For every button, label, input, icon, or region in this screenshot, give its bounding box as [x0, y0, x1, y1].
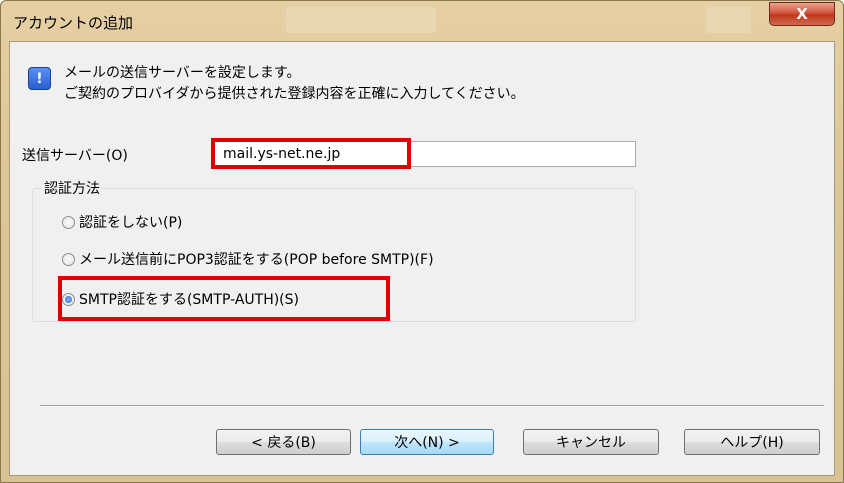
window-title: アカウントの追加	[13, 14, 134, 32]
server-highlight-box	[211, 138, 411, 169]
add-account-dialog: アカウントの追加 X ! メールの送信サーバーを設定します。 ご契約のプロバイダ…	[0, 0, 844, 483]
info-icon: !	[28, 67, 51, 90]
back-button[interactable]: < 戻る(B)	[216, 429, 351, 455]
smtp-auth-highlight-box	[58, 276, 390, 321]
radio-no-auth[interactable]	[62, 216, 75, 229]
auth-method-title: 認証方法	[42, 178, 102, 198]
radio-pop-before-smtp[interactable]	[62, 253, 75, 266]
close-icon: X	[796, 5, 808, 23]
server-label: 送信サーバー(O)	[22, 148, 128, 164]
intro-line-2: ご契約のプロバイダから提供された登録内容を正確に入力してください。	[64, 86, 525, 102]
dialog-content: ! メールの送信サーバーを設定します。 ご契約のプロバイダから提供された登録内容…	[9, 41, 835, 476]
next-button[interactable]: 次へ(N) >	[360, 429, 494, 455]
cancel-button[interactable]: キャンセル	[523, 429, 659, 455]
option-no-auth-label[interactable]: 認証をしない(P)	[79, 212, 182, 232]
intro-text: メールの送信サーバーを設定します。 ご契約のプロバイダから提供された登録内容を正…	[64, 63, 525, 105]
title-bar[interactable]: アカウントの追加 X	[1, 1, 843, 41]
background-window-ghost	[706, 7, 751, 33]
separator	[40, 405, 824, 407]
help-button[interactable]: ヘルプ(H)	[684, 429, 820, 455]
intro-line-1: メールの送信サーバーを設定します。	[64, 65, 301, 81]
option-pop-before-smtp-label[interactable]: メール送信前にPOP3認証をする(POP before SMTP)(F)	[79, 249, 434, 269]
close-button[interactable]: X	[769, 2, 835, 26]
background-window-ghost	[286, 7, 436, 33]
